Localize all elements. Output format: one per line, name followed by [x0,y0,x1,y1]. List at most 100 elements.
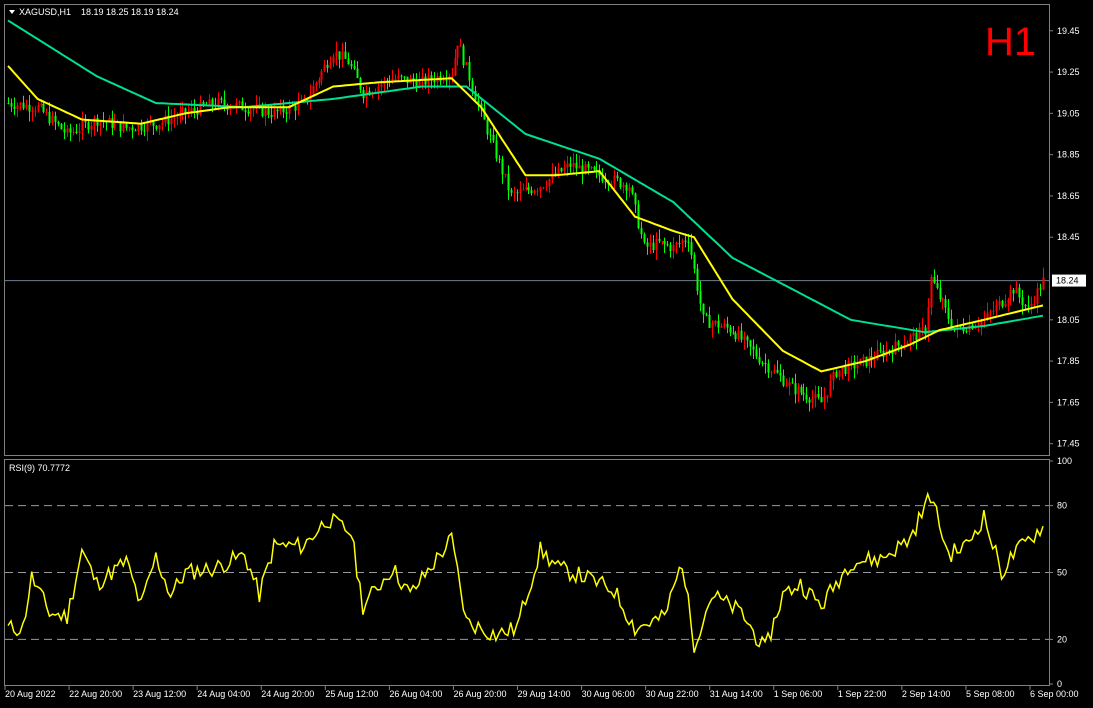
candle [170,109,173,132]
candle [578,155,581,169]
candle [569,156,572,173]
candle [1009,284,1012,306]
time-tick-label: 1 Sep 22:00 [838,689,887,699]
candle [885,341,888,362]
candle [841,366,844,380]
candle [81,111,84,140]
candle [663,237,666,253]
candle [1001,299,1004,309]
candle [134,128,137,132]
price-tick-label: 18.65 [1057,191,1080,201]
candle [652,235,655,253]
candle [805,386,808,404]
candle [1036,282,1039,314]
candle [802,383,805,401]
time-tick-label: 26 Aug 04:00 [389,689,442,699]
candle [643,232,646,245]
candle [498,155,501,164]
candle [63,122,66,140]
candle [939,279,942,303]
candle [764,353,767,374]
price-tick-label: 19.05 [1057,108,1080,118]
price-tick-label: 19.25 [1057,67,1080,77]
price-tick-label: 18.45 [1057,232,1080,242]
candle [672,236,675,259]
candle [720,323,723,329]
candle [16,102,19,118]
candle [823,387,826,410]
rsi-header: RSI(9) 70.7772 [9,463,70,473]
candle [640,221,643,239]
candle [826,395,829,403]
candle [386,77,389,90]
time-tick-label: 6 Sep 00:00 [1030,689,1079,699]
candle [936,274,939,290]
candle [84,114,87,128]
candle [628,183,631,198]
candle [184,107,187,125]
candle [696,263,699,296]
candle [22,95,25,111]
candle [326,59,329,73]
candle [1004,294,1007,308]
candle [465,61,468,66]
candle [658,229,661,244]
candle [870,347,873,368]
time-tick-label: 31 Aug 14:00 [710,689,763,699]
candle [187,104,190,119]
time-tick-label: 1 Sep 06:00 [774,689,823,699]
candle [427,68,430,94]
candle [315,81,318,92]
candle [7,97,10,105]
candle [734,330,737,342]
time-tick-label: 2 Sep 14:00 [902,689,951,699]
candle [406,76,409,88]
candle [525,176,528,191]
candle [941,297,944,309]
price-tick-label: 17.65 [1057,397,1080,407]
candle [678,234,681,248]
candle [944,295,947,314]
candle [312,80,315,96]
candle [590,166,593,170]
candle [761,360,764,367]
candle [409,74,412,84]
candle [779,364,782,382]
candle [699,281,702,312]
candle [995,299,998,319]
candle [510,187,513,197]
candle [808,396,811,412]
candle [811,389,814,409]
candle [862,354,865,367]
candle [196,107,199,120]
candle [788,377,791,396]
candle [78,123,81,142]
candle [616,171,619,182]
candle [338,51,341,69]
candle [214,97,217,110]
time-tick-label: 30 Aug 22:00 [646,689,699,699]
candle [167,106,170,132]
candle [758,347,761,366]
rsi-tick-label: 50 [1057,568,1067,578]
time-tick-label: 24 Aug 04:00 [197,689,250,699]
candle [714,319,717,327]
candle [797,382,800,403]
candle [161,118,164,131]
candle [489,128,492,143]
candle [666,241,669,247]
candle [693,252,696,274]
candle [723,318,726,329]
candle [329,56,332,69]
candle [143,122,146,137]
candle [90,121,93,137]
candle [119,121,122,137]
candle [456,45,459,66]
candle [800,384,803,396]
candle [448,73,451,91]
time-axis: 20 Aug 2022 22 Aug 20:00 23 Aug 12:00 24 Au… [4,686,1079,699]
candle [1030,296,1033,315]
candle [755,344,758,360]
dropdown-triangle-icon[interactable] [9,10,15,14]
time-tick-label: 26 Aug 20:00 [453,689,506,699]
